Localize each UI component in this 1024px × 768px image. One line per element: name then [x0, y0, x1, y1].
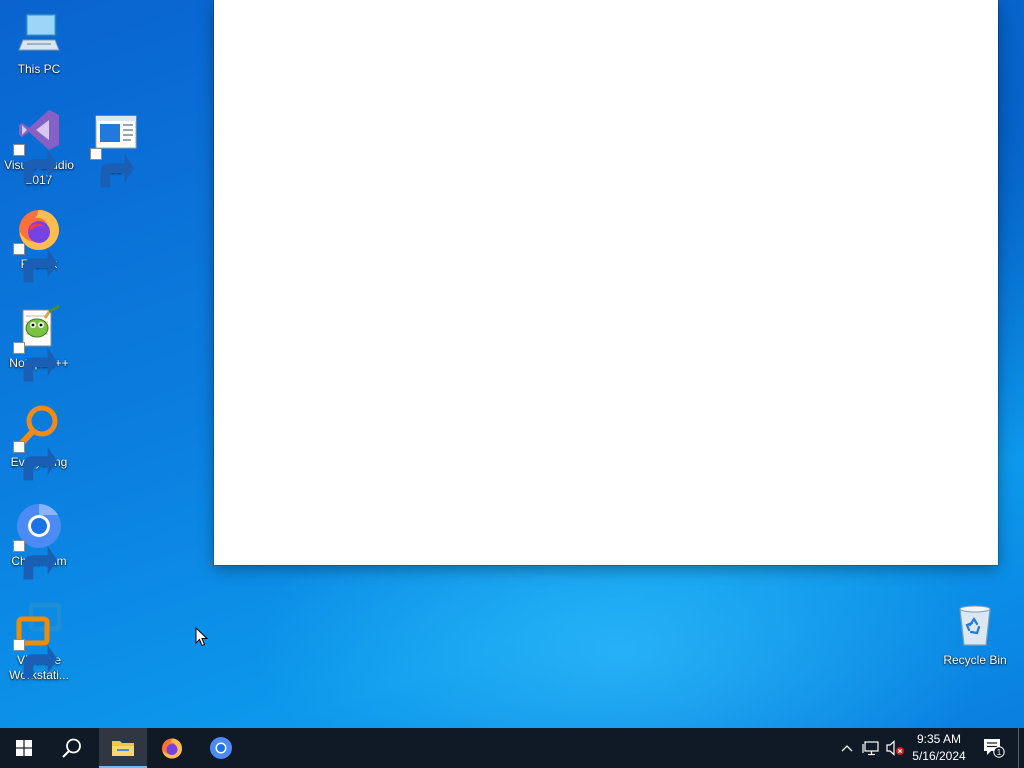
shortcut-arrow-icon — [13, 243, 58, 283]
desktop-icon-everything[interactable]: Everything — [1, 403, 77, 481]
desktop-icon-label: Recycle Bin — [943, 653, 1007, 667]
windows-logo-icon — [16, 740, 32, 756]
app-window[interactable] — [214, 0, 998, 565]
clock[interactable]: 9:35 AM 5/16/2024 — [904, 731, 974, 765]
shortcut-arrow-icon — [13, 342, 58, 382]
network-button[interactable] — [861, 738, 881, 758]
mouse-cursor-icon — [195, 626, 209, 647]
notification-count: 1 — [997, 748, 1002, 757]
this-pc-icon — [15, 10, 63, 58]
clock-date: 5/16/2024 — [912, 749, 966, 763]
desktop-icon-this-pc[interactable]: This PC — [1, 10, 77, 77]
desktop-icon-notepadpp[interactable]: Notepad++ — [1, 304, 77, 382]
start-button[interactable] — [0, 728, 48, 768]
clock-time: 9:35 AM — [916, 732, 962, 746]
notification-icon: 1 — [984, 739, 1005, 758]
visual-studio-icon — [13, 106, 63, 184]
desktop-icon-firefox[interactable]: Firefox — [1, 205, 77, 283]
taskbar: 9:35 AM 5/16/2024 1 — [0, 728, 1024, 768]
sc-window-icon — [90, 110, 140, 188]
action-center-button[interactable]: 1 — [978, 728, 1010, 768]
recycle-bin-icon — [951, 601, 999, 649]
vmware-icon — [13, 601, 63, 679]
taskbar-firefox-button[interactable] — [148, 728, 196, 768]
volume-muted-icon — [886, 740, 904, 756]
chevron-up-icon — [841, 745, 853, 752]
show-desktop-button[interactable] — [1018, 728, 1024, 768]
desktop-icon-chromium[interactable]: Chromium — [1, 502, 77, 580]
everything-search-icon — [13, 403, 63, 481]
notepadpp-icon — [13, 304, 63, 382]
desktop-icon-label: This PC — [17, 62, 61, 76]
chromium-icon — [13, 502, 63, 580]
taskbar-file-explorer-button[interactable] — [99, 728, 147, 768]
desktop-icon-vmware[interactable]: VMware Workstati... — [1, 601, 77, 683]
search-icon — [62, 738, 81, 758]
folder-icon — [112, 741, 134, 756]
shortcut-arrow-icon — [13, 144, 58, 184]
search-button[interactable] — [48, 728, 96, 768]
taskbar-chromium-button[interactable] — [197, 728, 245, 768]
desktop[interactable]: This PC Visual Studio 2017 Workstati... … — [0, 0, 1024, 728]
shortcut-arrow-icon — [13, 540, 58, 580]
shortcut-arrow-icon — [13, 441, 58, 481]
shortcut-arrow-icon — [90, 148, 135, 188]
volume-button[interactable] — [885, 738, 905, 758]
desktop-icon-sc[interactable]: sc — [78, 110, 154, 188]
firefox-icon — [162, 738, 182, 759]
network-icon — [862, 741, 879, 756]
shortcut-arrow-icon — [13, 639, 58, 679]
chromium-icon — [210, 737, 232, 759]
show-hidden-icons-button[interactable] — [837, 738, 857, 758]
desktop-icon-recycle-bin[interactable]: Recycle Bin — [937, 601, 1013, 668]
firefox-icon — [13, 205, 63, 283]
desktop-icon-visual-studio[interactable]: Visual Studio 2017 — [1, 106, 77, 188]
